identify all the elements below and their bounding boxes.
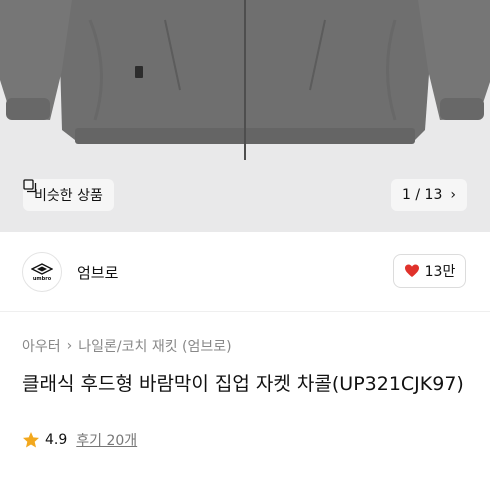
- brand-row[interactable]: umbro 엄브로 13만: [0, 232, 490, 312]
- rating-summary: 4.9 후기 20개: [22, 430, 137, 450]
- similar-products-button[interactable]: 비슷한 상품: [23, 179, 114, 211]
- breadcrumb-item-subcategory[interactable]: 나일론/코치 재킷 (엄브로): [78, 336, 231, 356]
- heart-icon: [404, 264, 419, 277]
- like-button[interactable]: 13만: [393, 254, 466, 288]
- brand-logo-text: umbro: [32, 275, 52, 282]
- pager-counter: 1 / 13: [402, 187, 442, 203]
- copy-icon: [23, 179, 37, 193]
- product-image-gallery[interactable]: 비슷한 상품 1 / 13 ›: [0, 0, 490, 232]
- product-title: 클래식 후드형 바람막이 집업 자켓 차콜(UP321CJK97): [22, 373, 464, 395]
- brand-name[interactable]: 엄브로: [77, 262, 118, 283]
- breadcrumb: 아우터 › 나일론/코치 재킷 (엄브로): [22, 336, 232, 356]
- breadcrumb-item-category[interactable]: 아우터: [22, 336, 61, 356]
- pager-current: 1: [402, 187, 411, 203]
- similar-products-label: 비슷한 상품: [34, 188, 103, 204]
- breadcrumb-separator-icon: ›: [66, 338, 73, 354]
- umbro-diamond-icon: [31, 262, 53, 275]
- rating-score: 4.9: [45, 432, 68, 448]
- star-icon: [23, 432, 39, 448]
- reviews-link[interactable]: 후기 20개: [76, 430, 137, 450]
- pager-total: 13: [424, 187, 443, 203]
- pager-separator: /: [415, 187, 421, 203]
- like-count: 13만: [424, 264, 456, 280]
- brand-logo[interactable]: umbro: [22, 252, 62, 292]
- image-pager[interactable]: 1 / 13 ›: [391, 179, 467, 211]
- chevron-right-icon[interactable]: ›: [450, 187, 456, 203]
